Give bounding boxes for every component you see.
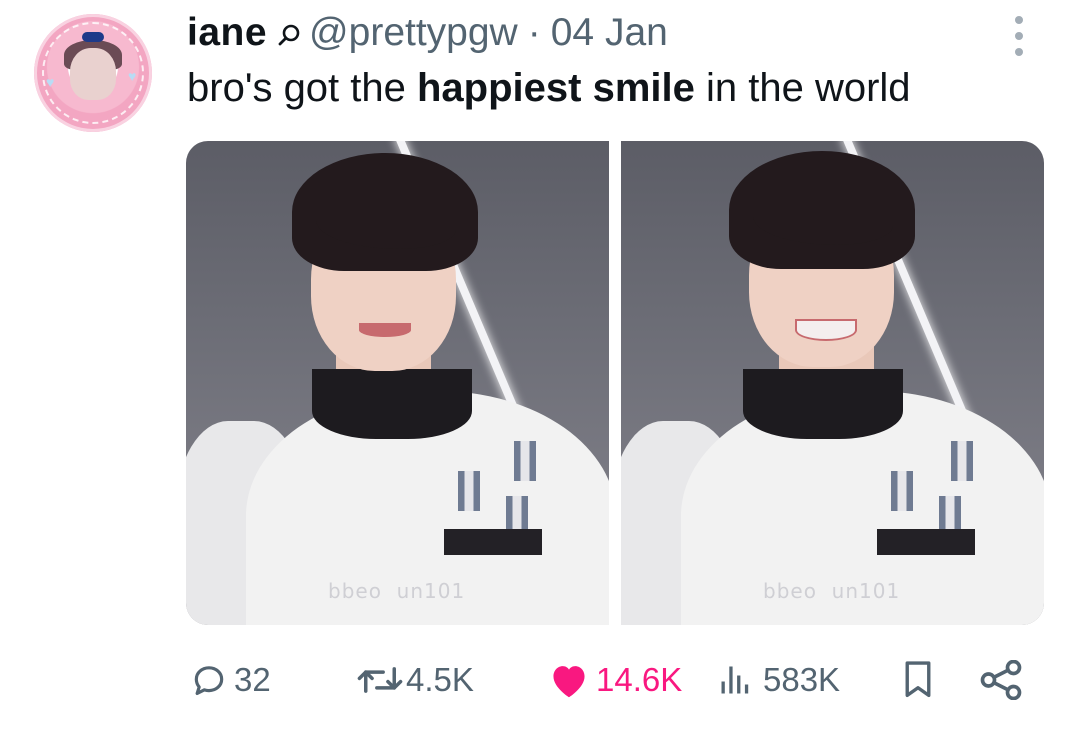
medal-bar: [877, 529, 975, 555]
medal-icon: [514, 441, 536, 481]
more-icon: [1015, 32, 1023, 40]
tweet-text-bold: happiest smile: [417, 66, 695, 110]
figure-smile: [795, 319, 857, 341]
more-options-button[interactable]: [1010, 16, 1028, 56]
figure-collar: [743, 369, 903, 439]
author-handle[interactable]: @prettypgw: [309, 11, 518, 55]
views-icon: [721, 666, 749, 694]
avatar-bow: [82, 32, 104, 42]
avatar[interactable]: ♥ ♥: [34, 14, 152, 132]
heart-icon: [553, 666, 585, 698]
author-name[interactable]: iane: [187, 11, 267, 55]
heart-icon: ♥: [128, 68, 137, 84]
repost-icon: [357, 667, 403, 693]
bookmark-button[interactable]: [902, 645, 934, 715]
figure-smile: [359, 323, 411, 337]
medal-icon: [951, 441, 973, 481]
reply-count: 32: [234, 661, 271, 698]
repost-count: 4.5K: [406, 661, 474, 698]
share-button[interactable]: [979, 645, 1023, 715]
views-count: 583K: [763, 661, 841, 698]
tweet-image-1[interactable]: bbeo un101: [186, 141, 609, 625]
figure-collar: [312, 369, 472, 439]
tweet-text-start: bro's got the: [187, 66, 417, 110]
tweet-text: bro's got the happiest smile in the worl…: [187, 66, 911, 111]
tweet-image-2[interactable]: bbeo un101: [621, 141, 1044, 625]
medal-icon: [458, 471, 480, 511]
reply-button[interactable]: 32: [190, 645, 271, 715]
medal-icon: [891, 471, 913, 511]
reply-icon: [194, 666, 224, 696]
tweet-actions: 32 4.5K 14.6K 583K: [0, 645, 1079, 715]
medal-bar: [444, 529, 542, 555]
views-button[interactable]: 583K: [717, 645, 840, 715]
heart-icon: ♥: [46, 74, 55, 90]
like-button[interactable]: 14.6K: [548, 645, 682, 715]
tweet-header: iane @prettypgw · 04 Jan: [187, 8, 668, 58]
share-icon: [980, 660, 1022, 700]
bookmark-icon: [905, 661, 931, 698]
like-count: 14.6K: [596, 661, 683, 698]
separator-dot: ·: [527, 11, 541, 54]
search-icon: [278, 24, 300, 46]
tweet-date[interactable]: 04 Jan: [551, 11, 668, 55]
more-icon: [1015, 16, 1023, 24]
avatar-face: [70, 48, 116, 100]
tweet-text-end: in the world: [694, 66, 911, 110]
image-watermark: bbeo un101: [328, 579, 466, 603]
more-icon: [1015, 48, 1023, 56]
media-grid: bbeo un101 bbeo un101: [186, 141, 1044, 625]
image-watermark: bbeo un101: [763, 579, 901, 603]
repost-button[interactable]: 4.5K: [356, 645, 474, 715]
